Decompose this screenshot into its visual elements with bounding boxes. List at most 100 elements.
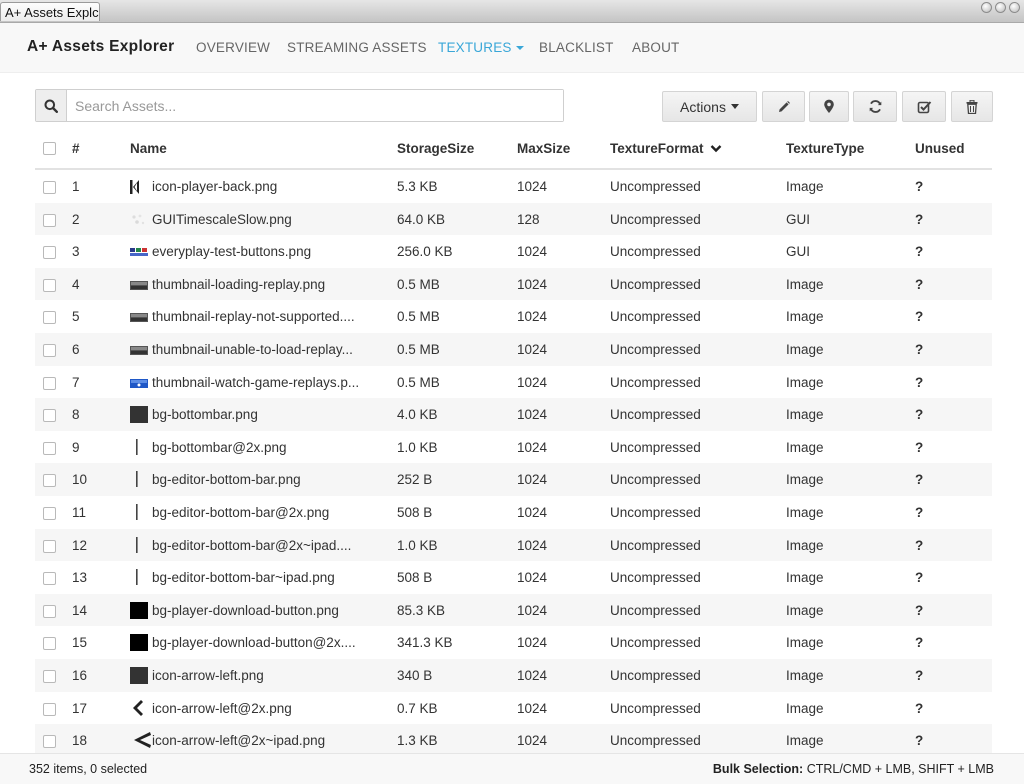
row-checkbox[interactable] (43, 181, 56, 194)
chevron-down-icon (710, 145, 722, 153)
row-texture-type: Image (786, 570, 824, 586)
window-maximize-button[interactable] (995, 2, 1006, 13)
row-checkbox[interactable] (43, 246, 56, 260)
row-max-size: 1024 (517, 439, 548, 455)
row-index: 1 (72, 179, 80, 194)
bulk-selection-keys: CTRL/CMD + LMB, SHIFT + LMB (806, 762, 994, 776)
header-storage-size[interactable]: StorageSize (397, 141, 474, 156)
table-row[interactable]: 4 thumbnail-loading-replay.png 0.5 MB 1024 U… (35, 267, 992, 301)
row-index: 12 (72, 537, 88, 553)
row-storage-size: 0.5 MB (397, 309, 440, 325)
row-checkbox[interactable] (43, 702, 56, 716)
header-texture-type[interactable]: TextureType (786, 141, 864, 156)
row-texture-type: GUI (786, 211, 811, 227)
refresh-button[interactable] (853, 91, 897, 122)
row-checkbox[interactable] (43, 539, 56, 553)
texture-thumbnail (130, 732, 152, 751)
row-checkbox[interactable] (43, 376, 56, 390)
search-input[interactable] (67, 90, 563, 121)
row-checkbox[interactable] (43, 637, 56, 651)
header-max-size[interactable]: MaxSize (517, 141, 570, 156)
table-row[interactable]: 14 bg-player-download-button.png 85.3 KB 10… (35, 593, 992, 627)
texture-thumbnail (130, 536, 140, 556)
row-texture-type: Image (786, 472, 824, 488)
table-row[interactable]: 2 GUITimescaleSlow.png 64.0 KB 128 Uncompres… (35, 202, 992, 236)
texture-thumbnail (130, 601, 148, 622)
row-checkbox[interactable] (43, 572, 56, 586)
row-storage-size: 340 B (397, 667, 433, 683)
edit-button[interactable] (762, 91, 805, 122)
row-texture-type: Image (786, 602, 824, 618)
row-name: icon-arrow-left.png (152, 667, 264, 683)
row-storage-size: 0.5 MB (397, 276, 440, 292)
nav-streaming-assets[interactable]: STREAMING ASSETS (287, 40, 427, 55)
row-max-size: 1024 (517, 504, 548, 520)
row-checkbox[interactable] (43, 311, 56, 325)
row-max-size: 1024 (517, 700, 548, 716)
table-row[interactable]: 11 bg-editor-bottom-bar@2x.png 508 B 1024 Un… (35, 496, 992, 529)
table-row[interactable]: 6 thumbnail-unable-to-load-replay... 0.5 M… (35, 332, 992, 366)
row-texture-format: Uncompressed (610, 439, 701, 455)
locate-button[interactable] (809, 91, 849, 122)
row-index: 13 (72, 570, 88, 586)
table-row[interactable]: 9 bg-bottombar@2x.png 1.0 KB 1024 Uncompress… (35, 431, 992, 464)
row-checkbox[interactable] (43, 506, 56, 520)
select-all-checkbox[interactable] (43, 142, 56, 155)
table-row[interactable]: 7 thumbnail-watch-game-replays.p... 0.5 MB… (35, 366, 992, 399)
row-unused: ? (915, 341, 924, 357)
row-checkbox[interactable] (43, 409, 56, 423)
row-storage-size: 508 B (397, 570, 433, 586)
nav-overview[interactable]: OVERVIEW (196, 40, 270, 55)
table-row[interactable]: 16 icon-arrow-left.png 340 B 1024 Uncompress… (35, 658, 992, 692)
row-checkbox[interactable] (43, 343, 56, 357)
row-checkbox[interactable] (43, 669, 56, 683)
row-texture-type: Image (786, 341, 824, 357)
window-close-button[interactable] (1009, 2, 1020, 13)
table-row[interactable]: 8 bg-bottombar.png 4.0 KB 1024 Uncompressed I… (35, 398, 992, 431)
table-row[interactable]: 3 everyplay-test-buttons.png 256.0 KB 1024 U… (35, 235, 992, 268)
row-name: everyplay-test-buttons.png (152, 244, 312, 260)
table-row[interactable]: 1 icon-player-back.png 5.3 KB 1024 Uncompres… (35, 170, 992, 203)
header-texture-format[interactable]: TextureFormat (610, 141, 722, 156)
row-max-size: 1024 (517, 374, 548, 390)
row-checkbox[interactable] (43, 213, 56, 227)
header-index[interactable]: # (72, 141, 80, 156)
delete-button[interactable] (951, 91, 993, 122)
table-row[interactable]: 18 icon-arrow-left@2x~ipad.png 1.3 KB 1024 U… (35, 724, 992, 757)
table-row[interactable]: 17 icon-arrow-left@2x.png 0.7 KB 1024 Uncomp… (35, 692, 992, 725)
texture-thumbnail (130, 471, 140, 490)
header-unused[interactable]: Unused (915, 141, 965, 156)
table-row[interactable]: 5 thumbnail-replay-not-supported.... 0.5 M… (35, 300, 992, 333)
row-storage-size: 508 B (397, 504, 433, 520)
actions-dropdown-button[interactable]: Actions (662, 91, 757, 122)
row-texture-type: Image (786, 309, 824, 325)
table-row[interactable]: 13 bg-editor-bottom-bar~ipad.png 508 B 1024… (35, 561, 992, 594)
row-storage-size: 0.5 MB (397, 374, 440, 390)
refresh-icon (869, 100, 881, 113)
texture-thumbnail (130, 310, 148, 325)
header-name[interactable]: Name (130, 141, 167, 156)
row-name: thumbnail-watch-game-replays.p... (152, 374, 360, 390)
pencil-icon (778, 100, 790, 112)
table-row[interactable]: 12 bg-editor-bottom-bar@2x~ipad.... 1.0 KB… (35, 528, 992, 562)
row-index: 6 (72, 341, 80, 357)
nav-textures[interactable]: TEXTURES (438, 40, 524, 55)
table-row[interactable]: 10 bg-editor-bottom-bar.png 252 B 1024 Uncom… (35, 463, 992, 496)
row-texture-format: Uncompressed (610, 472, 701, 488)
row-name: thumbnail-loading-replay.png (152, 276, 326, 292)
row-checkbox[interactable] (43, 441, 56, 455)
window-tab[interactable]: A+ Assets Explc (0, 2, 100, 21)
row-checkbox[interactable] (43, 604, 56, 618)
app-brand[interactable]: A+ Assets Explorer (27, 38, 174, 56)
row-checkbox[interactable] (43, 735, 56, 749)
row-name: bg-player-download-button@2x.... (152, 635, 356, 651)
table-row[interactable]: 15 bg-player-download-button@2x.... 341.3 … (35, 626, 992, 659)
window-minimize-button[interactable] (981, 2, 992, 13)
row-checkbox[interactable] (43, 278, 56, 292)
nav-blacklist[interactable]: BLACKLIST (539, 40, 614, 55)
select-all-button[interactable] (902, 91, 946, 122)
row-max-size: 1024 (517, 472, 548, 488)
top-navbar: A+ Assets Explorer OVERVIEW STREAMING AS… (0, 23, 1024, 73)
row-checkbox[interactable] (43, 474, 56, 488)
nav-about[interactable]: ABOUT (632, 40, 680, 55)
